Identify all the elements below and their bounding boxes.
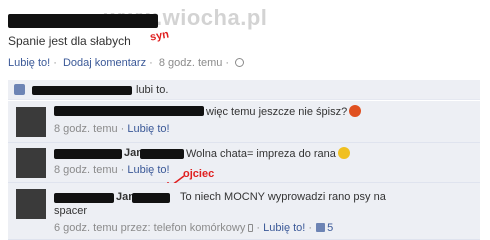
comment-text: To niech MOCNY wyprowadzi rano psy na [180,191,386,203]
avatar[interactable] [16,148,46,178]
comment-time: 8 godz. temu [54,164,118,176]
like-link[interactable]: Lubię to! [8,57,50,69]
like-count[interactable]: 5 [327,222,333,234]
comment-meta: 8 godz. temu · Lubię to! [54,164,170,176]
comment-text: więc temu jeszcze nie śpisz? [206,106,348,118]
comment-text-row: więc temu jeszcze nie śpisz? [206,105,362,118]
status-text: Spanie jest dla słabych [8,34,131,48]
comment-item: Jan Wolna chata= impreza do rana 8 godz.… [8,143,480,183]
thumbs-up-icon [14,84,25,95]
redacted-commenter [140,149,184,159]
comment-like-link[interactable]: Lubię to! [127,123,169,135]
avatar[interactable] [16,189,46,219]
comment-meta: 6 godz. temu przez: telefon komórkowy · … [54,222,334,234]
comment-time: 8 godz. temu [54,123,118,135]
comment-item: więc temu jeszcze nie śpisz? 8 godz. tem… [8,101,480,143]
likes-text: lubi to. [136,84,169,96]
redacted-commenter [54,193,114,203]
comment-text-line2: spacer [54,205,88,217]
comment-meta: 8 godz. temu · Lubię to! [54,123,170,135]
globe-icon [235,58,245,67]
devil-icon [349,105,362,117]
annotation-ojciec: ojciec [183,168,215,180]
redacted-commenter [54,106,204,116]
comment-link[interactable]: Dodaj komentarz [63,57,146,69]
redacted-commenter [132,193,170,203]
comment-text-row: Wolna chata= impreza do rana [186,147,350,160]
comment-item: Jan To niech MOCNY wyprowadzi rano psy n… [8,183,480,240]
post-time: 8 godz. temu [158,57,223,69]
comment-text: Wolna chata= impreza do rana [186,148,336,160]
likes-box: lubi to. [8,80,480,100]
comment-time: 6 godz. temu przez: telefon komórkowy [54,222,246,234]
annotation-syn: syn [149,28,170,44]
smile-icon [337,147,350,159]
redacted-liker [32,86,132,95]
comment-like-link[interactable]: Lubię to! [263,222,305,234]
redacted-name [8,14,158,28]
redacted-commenter [54,149,122,159]
avatar[interactable] [16,107,46,137]
thumbs-up-icon [316,223,326,232]
post-actions: Lubię to! · Dodaj komentarz · 8 godz. temu… [8,57,247,69]
